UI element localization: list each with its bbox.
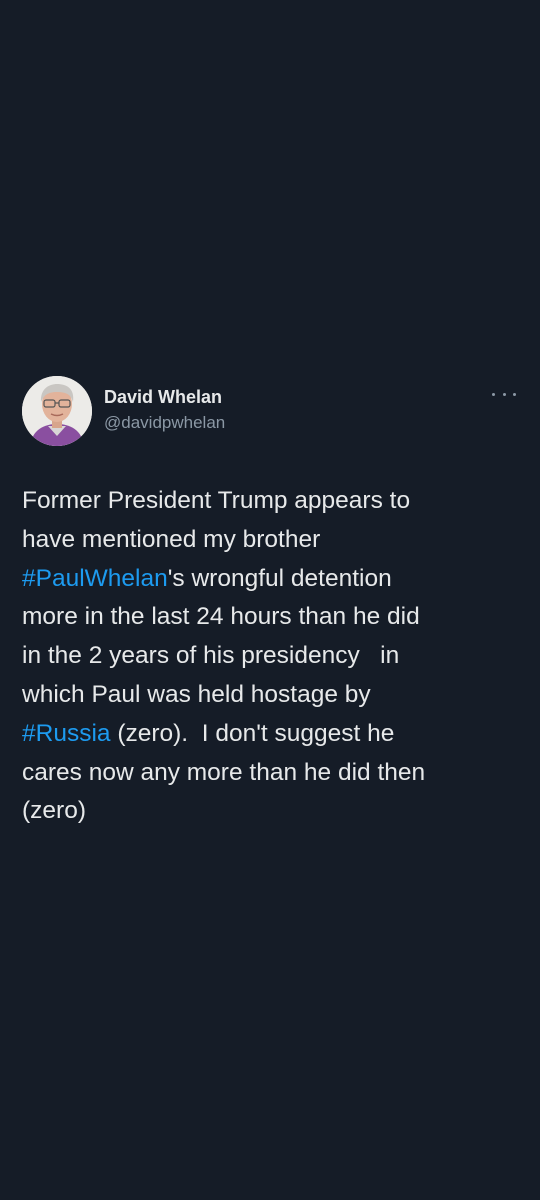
more-dot — [513, 392, 516, 396]
tweet-text-segment: (zero). I don't suggest he — [110, 719, 395, 747]
tweet-text-segment: in the 2 years of his presidency in — [22, 642, 400, 670]
hashtag-link[interactable]: #Russia — [22, 720, 111, 747]
more-dot — [502, 392, 506, 396]
hashtag-link[interactable]: #PaulWhelan — [22, 565, 168, 592]
more-dot — [492, 392, 495, 396]
tweet-header: David Whelan @davidpwhelan — [22, 376, 522, 448]
tweet-text-line: in the 2 years of his presidency in — [22, 637, 522, 676]
tweet-text-line: more in the last 24 hours than he did — [22, 598, 522, 637]
tweet-text-segment: Former President Trump appears to — [22, 487, 411, 514]
tweet-text-line: #Russia (zero). I don't suggest he — [22, 715, 522, 754]
tweet-text-line: #PaulWhelan's wrongful detention — [22, 560, 522, 599]
tweet-text-line: cares now any more than he did then — [22, 754, 522, 793]
tweet-text-line: (zero) — [22, 792, 522, 831]
tweet-text-segment: 's wrongful detention — [167, 564, 392, 592]
tweet-text-line: have mentioned my brother — [22, 521, 522, 560]
tweet-text-line: Former President Trump appears to — [22, 482, 522, 521]
tweet-text: Former President Trump appears to have me… — [22, 482, 522, 831]
avatar[interactable] — [22, 376, 92, 446]
tweet-text-segment: have mentioned my brother — [22, 525, 321, 553]
tweet-text-segment: cares now any more than he did then — [22, 758, 426, 786]
author-handle[interactable]: @davidpwhelan — [104, 412, 225, 434]
avatar-portrait — [22, 376, 92, 446]
tweet: David Whelan @davidpwhelan Former Presid… — [22, 376, 522, 831]
more-horizontal-icon[interactable] — [492, 388, 516, 400]
tweet-text-segment: which Paul was held hostage by — [22, 680, 371, 708]
author-names: David Whelan @davidpwhelan — [104, 386, 225, 434]
tweet-text-line: which Paul was held hostage by — [22, 676, 522, 715]
author-display-name[interactable]: David Whelan — [104, 386, 225, 408]
tweet-text-segment: (zero) — [22, 797, 86, 825]
tweet-text-segment: more in the last 24 hours than he did — [22, 603, 420, 631]
